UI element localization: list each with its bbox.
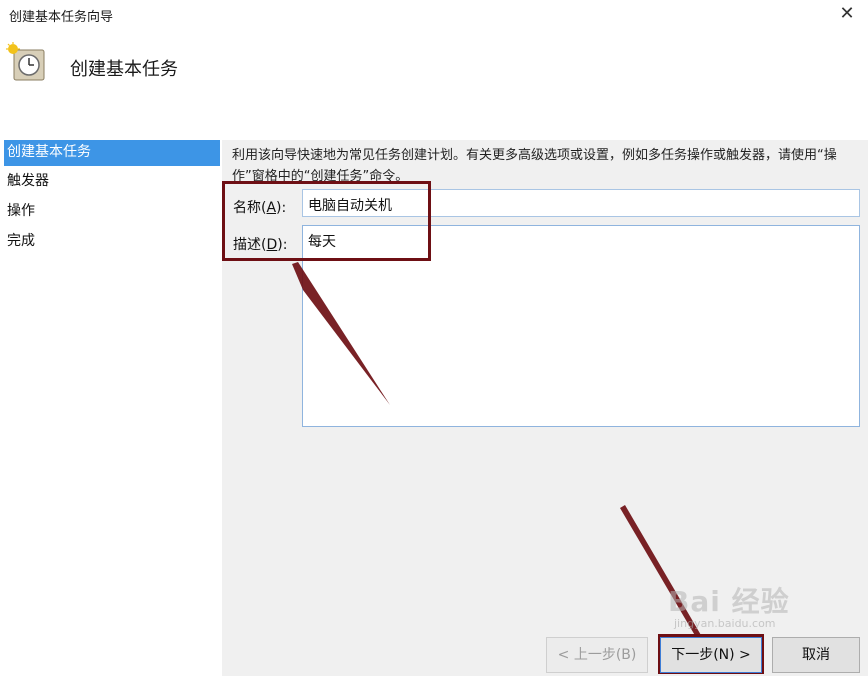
title-bar: 创建基本任务向导 ✕ — [0, 0, 868, 30]
watermark-url: jingyan.baidu.com — [674, 617, 776, 630]
next-button[interactable]: 下一步(N) > — [660, 637, 762, 673]
page-title: 创建基本任务 — [70, 59, 178, 80]
wizard-steps: 创建基本任务 触发器 操作 完成 — [0, 140, 222, 676]
annotation-box-fields — [222, 181, 431, 261]
step-finish[interactable]: 完成 — [4, 229, 220, 255]
wizard-header: 创建基本任务 — [0, 30, 868, 140]
cancel-button[interactable]: 取消 — [772, 637, 860, 673]
step-trigger[interactable]: 触发器 — [4, 169, 220, 195]
close-icon[interactable]: ✕ — [832, 0, 862, 28]
step-action[interactable]: 操作 — [4, 199, 220, 225]
watermark-logo: Bai 经验 — [668, 585, 790, 618]
step-create-basic-task[interactable]: 创建基本任务 — [4, 140, 220, 166]
window-title: 创建基本任务向导 — [9, 10, 114, 25]
back-button[interactable]: < 上一步(B) — [546, 637, 648, 673]
task-clock-icon — [6, 42, 45, 81]
